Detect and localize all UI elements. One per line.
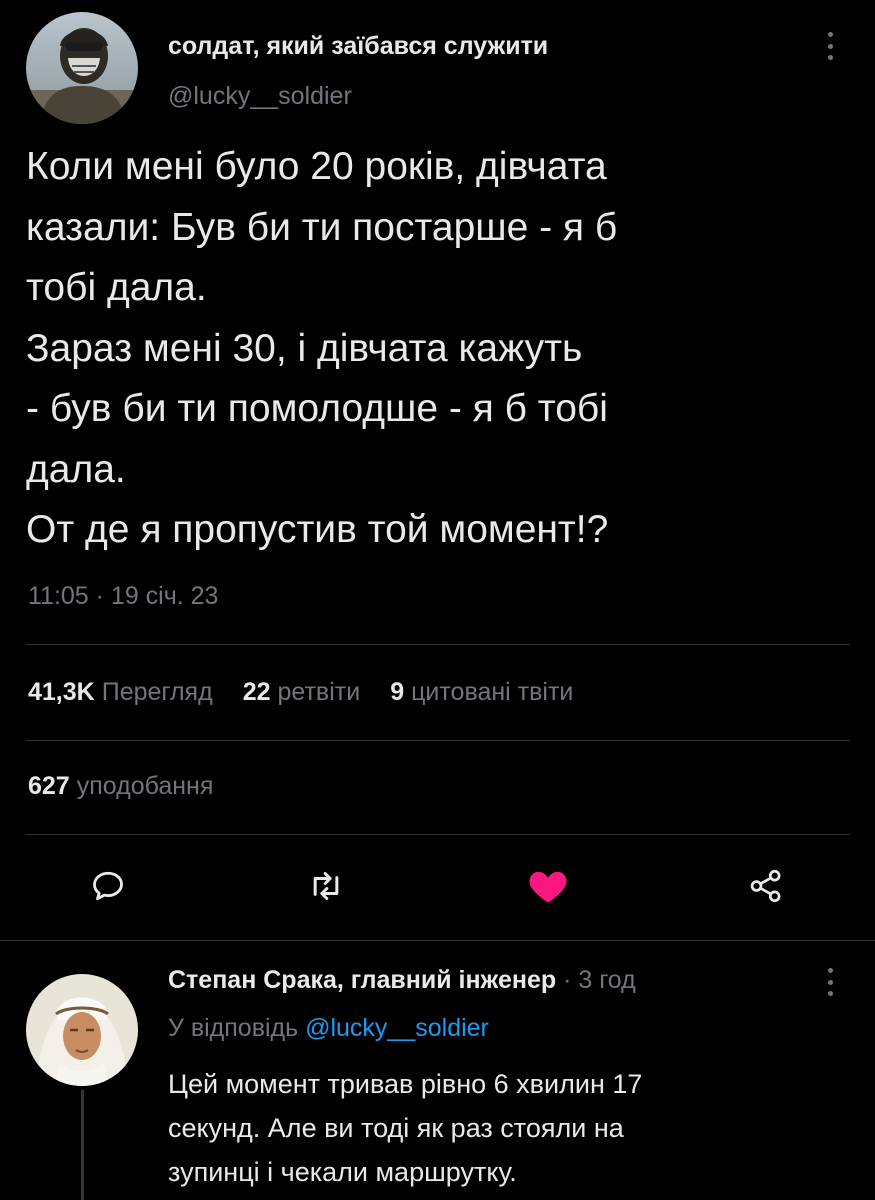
reply-button[interactable] (84, 862, 132, 910)
replying-to-handle[interactable]: @lucky__soldier (305, 1014, 489, 1042)
retweets-stat[interactable]: 22 ретвіти (243, 678, 361, 707)
likes-label: уподобання (76, 772, 214, 800)
tweet-text-line: Зараз мені 30, і дівчата кажуть (26, 326, 583, 370)
like-button[interactable] (524, 862, 572, 910)
tweet-text-line: дала. (26, 447, 126, 491)
tweet-text-line: От де я пропустив той момент!? (26, 508, 609, 551)
tweet-text-line: тобі дала. (26, 266, 207, 309)
views-label: Перегляд (101, 678, 213, 706)
reply-time[interactable]: · 3 год (563, 966, 636, 994)
reply-text-line: секунд. Але ви тоді як раз стояли на (168, 1113, 624, 1143)
reply-header: Степан Срака, главний інженер · 3 год (168, 966, 636, 995)
retweet-button[interactable] (302, 862, 350, 910)
reply-more-options-icon[interactable] (820, 962, 840, 1002)
reply-author-name[interactable]: Степан Срака, главний інженер (168, 966, 556, 994)
reply-author-avatar[interactable] (26, 974, 138, 1086)
stats-row: 41,3K Перегляд 22 ретвіти 9 цитовані твіти (28, 678, 603, 707)
author-name[interactable]: солдат, який заїбався служити (168, 32, 548, 61)
tweet-text: Коли мені було 20 років, дівчата казали:… (26, 137, 826, 561)
thread-line (81, 1090, 84, 1200)
share-button[interactable] (742, 862, 790, 910)
tweet-text-line: Коли мені було 20 років, дівчата (26, 145, 607, 188)
replying-to: У відповідь @lucky__soldier (168, 1014, 489, 1043)
reply-text-line: Цей момент тривав рівно 6 хвилин 17 (168, 1069, 643, 1099)
reply-text: Цей момент тривав рівно 6 хвилин 17 секу… (168, 1062, 818, 1194)
tweet-timestamp[interactable]: 11:05 · 19 січ. 23 (28, 582, 218, 611)
quotes-count: 9 (390, 678, 405, 706)
tweet-text-line: - був би ти помолодше - я б тобі (26, 387, 608, 430)
divider (26, 834, 850, 835)
share-icon (750, 869, 781, 903)
quotes-label: цитовані твіти (411, 678, 574, 706)
quotes-stat[interactable]: 9 цитовані твіти (390, 678, 573, 707)
divider (26, 740, 850, 741)
likes-count: 627 (28, 772, 70, 800)
author-avatar[interactable] (26, 12, 138, 124)
tweet-text-line: казали: Був би ти постарше - я б (26, 205, 618, 249)
heart-filled-icon (529, 871, 567, 903)
tweet-page: солдат, який заїбався служити @lucky__so… (0, 0, 875, 1200)
retweets-label: ретвіти (277, 678, 361, 706)
retweets-count: 22 (242, 678, 271, 706)
retweet-icon (313, 872, 339, 900)
divider (0, 940, 875, 941)
views-count: 41,3K (28, 678, 95, 706)
replying-to-prefix: У відповідь (168, 1014, 299, 1042)
reply-text-line: зупинці і чекали маршрутку. (168, 1157, 517, 1187)
divider (26, 644, 850, 645)
reply-icon (93, 871, 123, 901)
views-stat[interactable]: 41,3K Перегляд (28, 678, 213, 707)
author-handle[interactable]: @lucky__soldier (168, 82, 352, 111)
more-options-icon[interactable] (820, 26, 840, 66)
likes-stat[interactable]: 627 уподобання (28, 772, 213, 801)
